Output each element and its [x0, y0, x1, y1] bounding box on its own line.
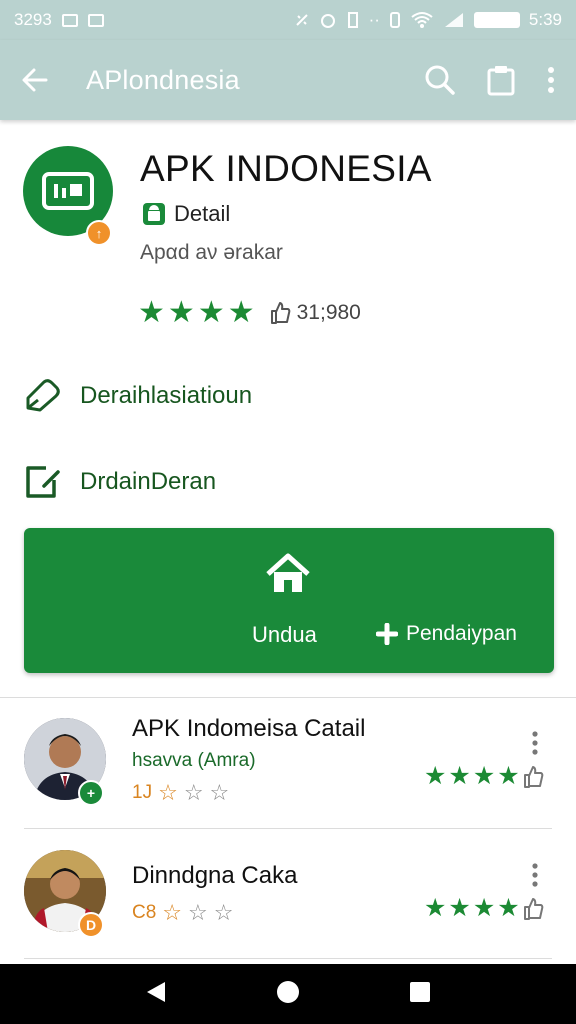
star-outline-icon: ☆ [158, 780, 178, 805]
thumbs-up-icon [270, 302, 290, 324]
divider [24, 958, 552, 959]
rating-stars: ★ ★ ★ ★ [138, 298, 255, 328]
star-outline-icon: ☆ [213, 900, 234, 925]
list-item-count: C8 [132, 902, 157, 923]
tag-icon [26, 379, 60, 412]
register-label: Pendaiypan [406, 622, 517, 645]
back-arrow-icon[interactable] [20, 65, 50, 95]
star-icon: ★ [167, 296, 195, 329]
star-icon: ★ [448, 894, 471, 922]
detail-row[interactable]: Detail [140, 200, 230, 228]
search-icon[interactable] [424, 64, 456, 96]
edit-icon [26, 466, 60, 498]
register-button[interactable]: Pendaiypan [376, 622, 517, 646]
android-icon [143, 203, 165, 225]
app-bar-title: APlondnesia [86, 64, 240, 95]
list-item[interactable]: + APK Indomeisa Catail hsavva (Amra) 1J … [0, 700, 576, 828]
star-icon: ★ [138, 296, 165, 329]
star-icon: ★ [497, 762, 520, 790]
link-row-2[interactable]: DrdainDeran [24, 464, 216, 500]
star-outline-icon: ☆ [162, 900, 183, 925]
plus-icon [376, 623, 398, 645]
more-vert-icon[interactable] [546, 65, 556, 95]
nav-home-icon[interactable] [276, 980, 300, 1009]
star-icon: ★ [448, 762, 471, 790]
wifi-icon [411, 12, 433, 28]
dots-icon: ·· [368, 10, 380, 29]
nav-back-icon[interactable] [145, 980, 167, 1009]
list-item-rating: C8 ☆ ☆ ☆ [132, 900, 234, 926]
star-outline-icon: ☆ [209, 780, 230, 805]
star-icon: ★ [424, 762, 447, 790]
list-item-title: Dinndgna Caka [132, 862, 298, 889]
list-item[interactable]: D Dinndgna Caka C8 ☆ ☆ ☆ ★ ★ ★ ★ [0, 832, 576, 960]
app-icon-badge: ↑ [86, 220, 112, 246]
thumbs-up-icon [523, 897, 544, 920]
link-label-2: DrdainDeran [80, 468, 217, 495]
system-nav-bar [0, 964, 576, 1024]
app-bar: APlondnesia [0, 40, 576, 120]
star-icon: ★ [497, 894, 520, 922]
app-title: APK INDONESIA [140, 148, 432, 189]
app-logo-icon [42, 172, 94, 210]
star-outline-icon: ☆ [188, 900, 208, 925]
vibrate-icon [295, 14, 308, 26]
divider [0, 697, 576, 698]
cell-signal-icon [444, 13, 463, 27]
star-outline-icon: ☆ [183, 780, 204, 805]
app-subtitle: Apαd aν ərakar [140, 241, 283, 264]
download-card[interactable]: Undua Pendaiypan [24, 528, 554, 673]
list-item-count: 1J [132, 782, 153, 803]
star-icon: ★ [197, 296, 225, 329]
link-label-1: Deraihlasiatioun [80, 382, 253, 409]
divider [24, 828, 552, 829]
list-item-stars: ★ ★ ★ ★ [424, 764, 544, 789]
status-bar: 3293 ·· 5:39 [0, 0, 576, 40]
list-item-subtitle: hsavva (Amra) [132, 750, 256, 771]
star-icon: ★ [227, 296, 255, 329]
star-icon: ★ [424, 894, 447, 922]
download-button[interactable]: Undua [252, 622, 317, 648]
list-item-title: APK Indomeisa Catail [132, 715, 366, 742]
review-count-value: 31;980 [296, 301, 361, 324]
battery-icon [473, 12, 520, 28]
more-vert-icon[interactable] [530, 730, 540, 761]
list-item-rating: 1J ☆ ☆ ☆ [132, 780, 229, 806]
clipboard-icon[interactable] [486, 64, 516, 96]
thumbs-up-icon [523, 765, 544, 788]
message-icon [61, 13, 78, 27]
sim-icon [389, 12, 400, 28]
star-icon: ★ [472, 894, 496, 922]
list-item-stars: ★ ★ ★ ★ [424, 896, 544, 921]
notification-icon [87, 13, 104, 27]
home-icon [266, 553, 310, 592]
status-time-left: 3293 [14, 10, 52, 29]
avatar-badge: + [78, 780, 104, 806]
detail-label: Detail [174, 201, 231, 226]
more-vert-icon[interactable] [530, 862, 540, 893]
review-count: 31;980 [269, 301, 361, 325]
nav-recents-icon[interactable] [409, 981, 431, 1008]
alarm-icon [320, 14, 335, 28]
status-time-right: 5:39 [528, 10, 562, 29]
rating-row: ★ ★ ★ ★ 31;980 [138, 298, 361, 328]
avatar-badge: D [78, 912, 104, 938]
star-icon: ★ [472, 762, 496, 790]
signal-alt-icon [347, 12, 358, 28]
link-row-1[interactable]: Deraihlasiatioun [24, 378, 252, 414]
